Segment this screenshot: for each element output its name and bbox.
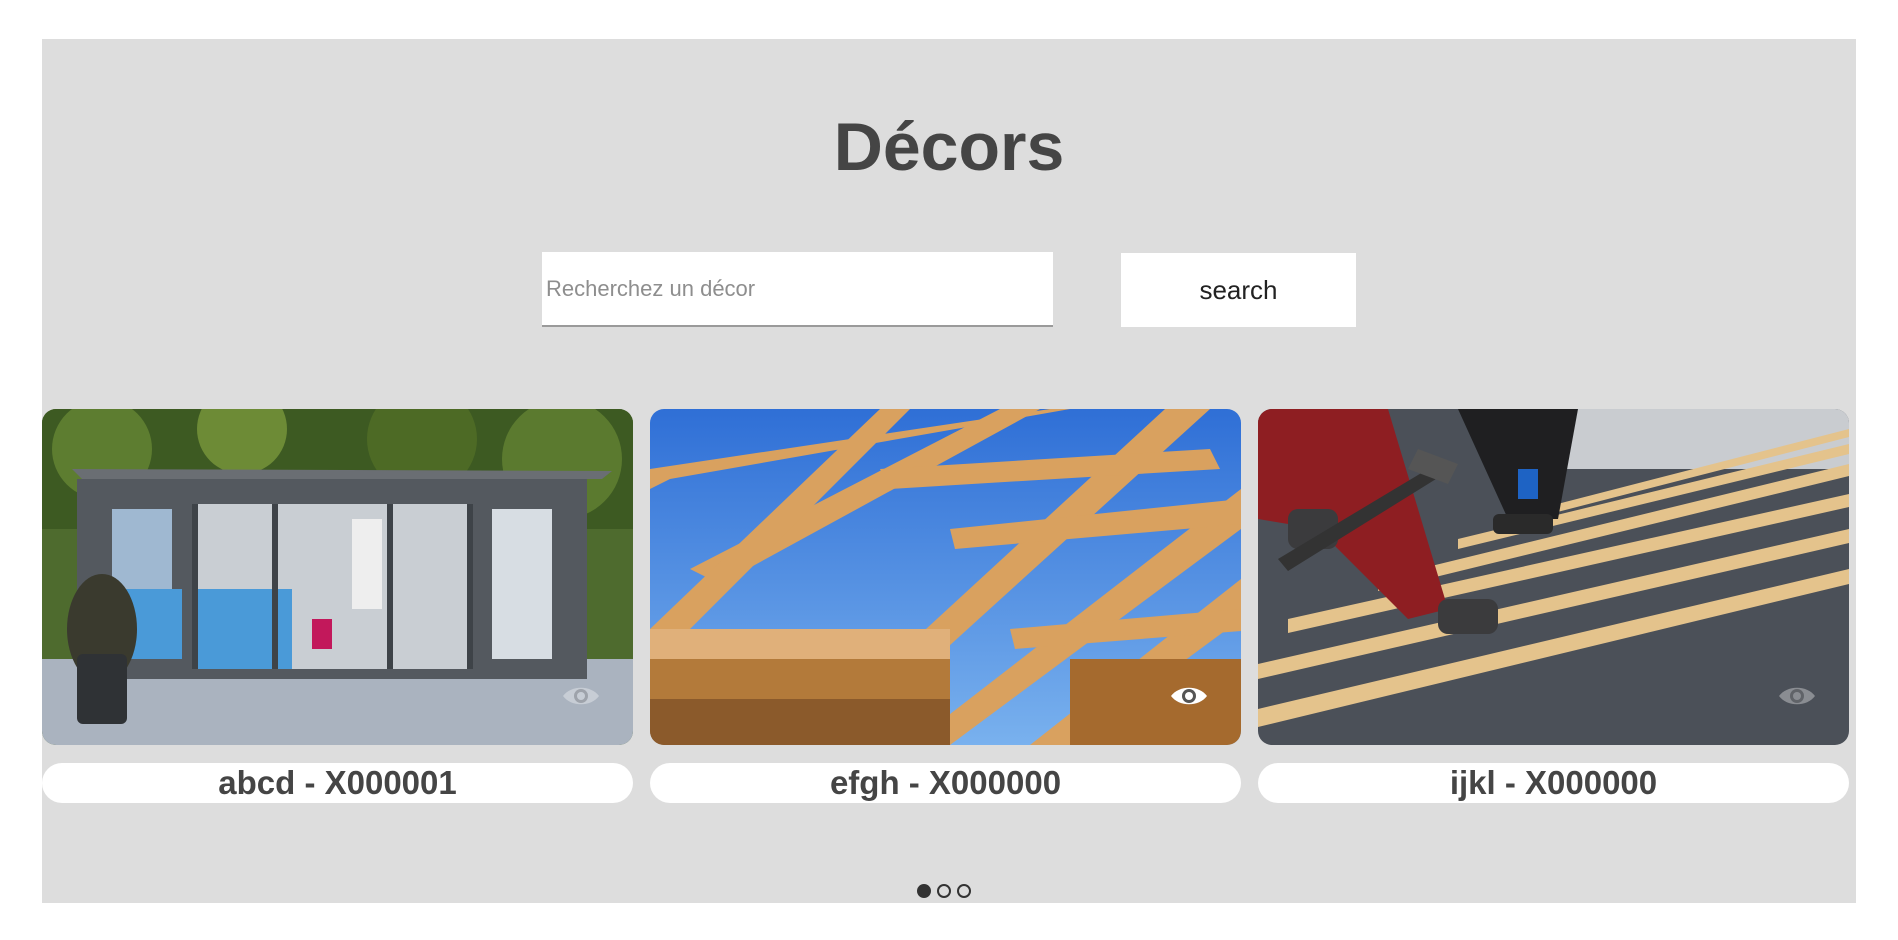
pagination-dot-1[interactable]	[917, 884, 931, 898]
pagination-dot-2[interactable]	[937, 884, 951, 898]
pagination-dot-3[interactable]	[957, 884, 971, 898]
search-input[interactable]	[542, 252, 1053, 327]
carousel-pagination	[917, 884, 971, 904]
eye-icon[interactable]	[561, 683, 601, 709]
decor-card[interactable]: abcd - X000001	[42, 409, 633, 803]
decors-panel: Décors search	[42, 39, 1856, 903]
page-title: Décors	[833, 109, 1065, 185]
decor-card-label: abcd - X000001	[42, 763, 633, 803]
decor-card-label: efgh - X000000	[650, 763, 1241, 803]
eye-icon[interactable]	[1777, 683, 1817, 709]
decor-card[interactable]: efgh - X000000	[650, 409, 1241, 803]
decor-image-garden-room[interactable]	[42, 409, 633, 745]
search-button[interactable]: search	[1121, 253, 1356, 327]
decor-image-roof-battens[interactable]	[1258, 409, 1849, 745]
decor-card[interactable]: ijkl - X000000	[1258, 409, 1849, 803]
eye-icon[interactable]	[1169, 683, 1209, 709]
decor-card-label: ijkl - X000000	[1258, 763, 1849, 803]
decor-image-roof-framing[interactable]	[650, 409, 1241, 745]
